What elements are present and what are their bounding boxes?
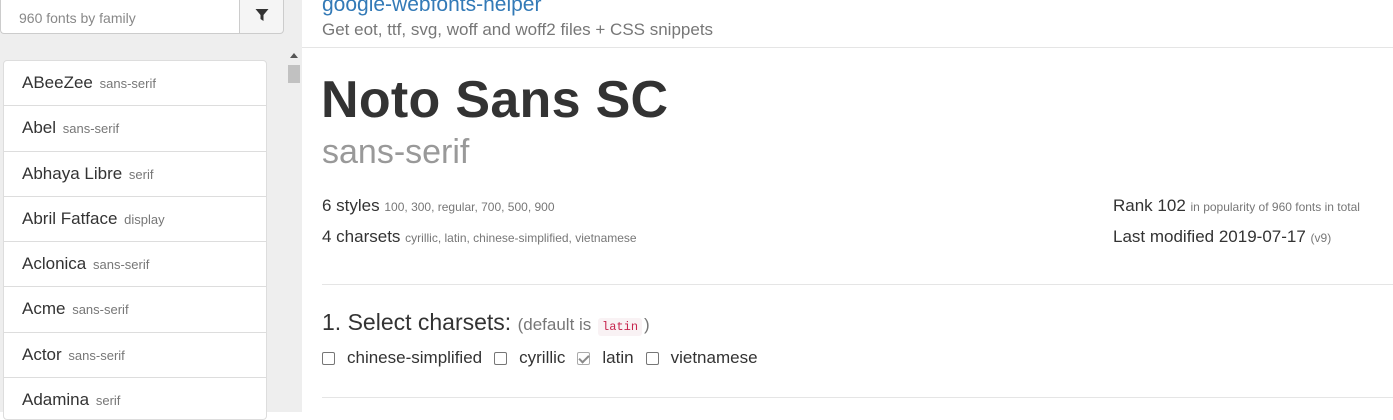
- font-title: Noto Sans SC: [321, 71, 669, 129]
- font-family-name: Acme: [22, 299, 66, 319]
- font-list-scrollbar[interactable]: [286, 50, 302, 412]
- font-family-name: Actor: [22, 344, 62, 364]
- font-list-item[interactable]: Acme sans-serif: [4, 287, 266, 333]
- font-sidebar: ABeeZee sans-serif Abel sans-serif Abhay…: [0, 0, 302, 420]
- hint-prefix: (default is: [517, 315, 592, 334]
- styles-list: 100, 300, regular, 700, 500, 900: [384, 200, 555, 214]
- font-list-item[interactable]: Abel sans-serif: [4, 106, 266, 152]
- header-divider: [302, 47, 1393, 48]
- charset-label: vietnamese: [670, 348, 758, 367]
- font-category-heading: sans-serif: [322, 133, 470, 171]
- last-modified-label: Last modified 2019-07-17: [1113, 227, 1306, 246]
- charset-option-cyrillic[interactable]: cyrillic: [494, 348, 565, 368]
- rank-info: Rank 102 in popularity of 960 fonts in t…: [1113, 196, 1360, 216]
- font-family-name: Adamina: [22, 390, 90, 410]
- default-charset-code: latin: [598, 318, 643, 336]
- charsets-info: 4 charsets cyrillic, latin, chinese-simp…: [322, 227, 637, 247]
- search-group: [0, 0, 284, 34]
- filter-icon: [255, 8, 269, 27]
- charsets-count: 4 charsets: [322, 227, 401, 246]
- section-divider: [322, 284, 1393, 285]
- styles-count: 6 styles: [322, 196, 380, 215]
- select-charsets-title: 1. Select charsets:: [322, 309, 512, 335]
- font-family-name: Abril Fatface: [22, 208, 118, 228]
- font-category: sans-serif: [68, 347, 125, 363]
- font-version: (v9): [1310, 231, 1332, 245]
- select-charsets-heading: 1. Select charsets: (default is latin): [322, 309, 650, 336]
- charset-option-chinese-simplified[interactable]: chinese-simplified: [322, 348, 482, 368]
- charset-label: latin: [602, 348, 634, 367]
- last-modified-info: Last modified 2019-07-17 (v9): [1113, 227, 1331, 247]
- font-category: display: [124, 211, 165, 227]
- styles-info: 6 styles 100, 300, regular, 700, 500, 90…: [322, 196, 555, 216]
- charset-checkbox[interactable]: [322, 351, 335, 365]
- hint-suffix: ): [644, 315, 650, 334]
- scroll-thumb[interactable]: [288, 65, 300, 83]
- font-family-name: Abhaya Libre: [22, 163, 123, 183]
- app-title-link[interactable]: google-webfonts-helper: [322, 0, 541, 17]
- font-category: sans-serif: [72, 302, 129, 318]
- charset-option-vietnamese[interactable]: vietnamese: [645, 348, 758, 368]
- font-list-item[interactable]: Abril Fatface display: [4, 197, 266, 243]
- font-list-item[interactable]: Abhaya Libre serif: [4, 152, 266, 197]
- font-category: sans-serif: [62, 121, 120, 137]
- charset-options: chinese-simplified cyrillic latin vietna…: [322, 348, 770, 368]
- font-category: sans-serif: [99, 76, 156, 91]
- font-family-name: Aclonica: [22, 254, 87, 274]
- app-subtitle: Get eot, ttf, svg, woff and woff2 files …: [322, 20, 714, 39]
- font-list-item[interactable]: ABeeZee sans-serif: [4, 61, 266, 107]
- font-search-input[interactable]: [0, 0, 240, 34]
- charset-checkbox[interactable]: [494, 351, 508, 365]
- charset-label: cyrillic: [519, 348, 566, 367]
- charset-option-latin[interactable]: latin: [577, 348, 634, 368]
- font-list-item[interactable]: Aclonica sans-serif: [4, 242, 266, 288]
- rank-label: Rank 102: [1113, 196, 1186, 215]
- section-divider: [322, 397, 1393, 398]
- charsets-list: cyrillic, latin, chinese-simplified, vie…: [405, 231, 637, 245]
- font-category: sans-serif: [93, 257, 150, 273]
- font-list-item[interactable]: Actor sans-serif: [4, 333, 266, 379]
- charset-checkbox[interactable]: [645, 351, 659, 365]
- scroll-up-arrow-icon[interactable]: [290, 53, 298, 58]
- font-category: serif: [95, 393, 121, 409]
- font-family-name: Abel: [22, 118, 57, 138]
- font-list: ABeeZee sans-serif Abel sans-serif Abhay…: [3, 60, 267, 420]
- filter-button[interactable]: [239, 0, 284, 34]
- default-charset-hint: (default is latin): [517, 315, 650, 336]
- charset-label: chinese-simplified: [347, 348, 483, 367]
- font-category: serif: [128, 166, 154, 182]
- font-family-name: ABeeZee: [22, 73, 93, 92]
- font-list-item[interactable]: Adamina serif: [4, 378, 266, 419]
- charset-checkbox-checked[interactable]: [577, 351, 591, 365]
- rank-note: in popularity of 960 fonts in total: [1190, 200, 1360, 214]
